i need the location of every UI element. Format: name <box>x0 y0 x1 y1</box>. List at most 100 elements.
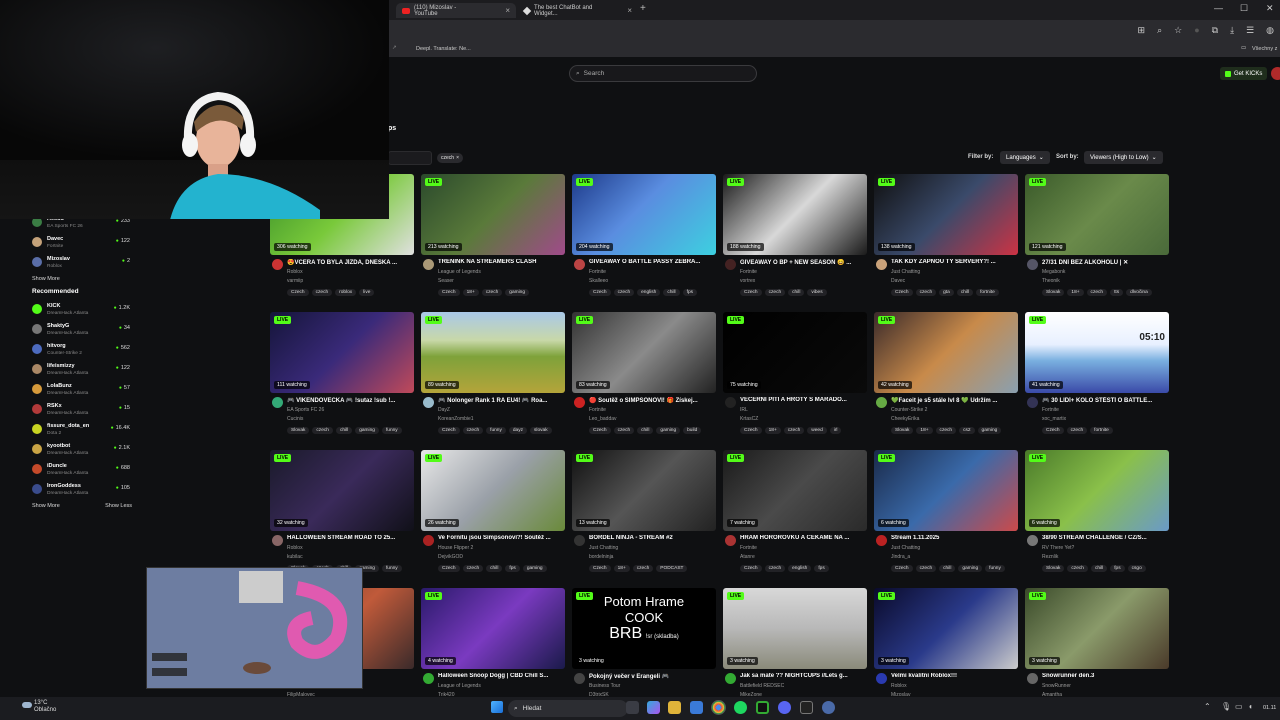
stream-category[interactable]: IRL <box>740 407 748 413</box>
stream-card[interactable]: LIVE 188 watching GIVEAWAY O BP + NEW SEAS… <box>723 174 867 308</box>
stream-tag[interactable]: funny <box>381 427 402 434</box>
stream-category[interactable]: Fortnite <box>589 269 606 275</box>
stream-tag[interactable]: czech <box>613 289 635 296</box>
downloads-icon[interactable]: ⤓ <box>1230 25 1234 36</box>
stream-tag[interactable]: fps <box>505 565 520 572</box>
stream-card[interactable]: LIVE 121 watching 27/31 DNÍ BEZ ALKOHOLU |… <box>1025 174 1169 308</box>
settings-gear-icon[interactable] <box>822 701 835 714</box>
sidebar-item-mizoslav[interactable]: Mizoslav Roblox 2 <box>24 254 136 274</box>
stream-title[interactable]: TRÉNINK NA STREAMERS CLASH <box>438 259 564 265</box>
stream-thumbnail[interactable]: LIVE 213 watching <box>421 174 565 255</box>
stream-tag[interactable]: 18+ <box>1067 289 1084 296</box>
stream-tag[interactable]: Czech <box>1042 427 1064 434</box>
stream-tag[interactable]: gaming <box>977 427 1002 434</box>
tag-filter-input[interactable] <box>388 151 432 165</box>
stream-tag[interactable]: dayz <box>508 427 528 434</box>
stream-thumbnail[interactable]: LIVE 121 watching <box>1025 174 1169 255</box>
stream-tag[interactable]: fortnite <box>976 289 999 296</box>
stream-tag[interactable]: czech <box>783 427 805 434</box>
avatar[interactable] <box>1027 397 1038 408</box>
stream-tag[interactable]: funny <box>486 427 506 434</box>
stream-title[interactable]: HALLOWEEN STREAM ROAD TO 25... <box>287 535 413 541</box>
stream-title[interactable]: GIVEAWAY O BP + NEW SEASON 😄 ... <box>740 259 866 266</box>
stream-username[interactable]: Theonik <box>1042 278 1060 284</box>
stream-tag[interactable]: Czech <box>287 289 309 296</box>
stream-title[interactable]: Stream 1.11.2025 <box>891 535 1017 541</box>
stream-title[interactable]: 38/90 STREAM CHALLENGE / CZ/S... <box>1042 535 1168 541</box>
bookmarks-all[interactable]: Všechny z <box>1252 46 1277 52</box>
show-more-recommended[interactable]: Show More <box>32 503 60 509</box>
stream-thumbnail[interactable]: LIVE 41 watching 05:10 <box>1025 312 1169 393</box>
stream-category[interactable]: House Flipper 2 <box>438 545 473 551</box>
stream-tag[interactable]: czech <box>481 289 503 296</box>
maximize-icon[interactable]: ☐ <box>1240 3 1248 14</box>
stream-tag[interactable]: Slovak <box>1042 565 1065 572</box>
stream-tag[interactable]: chill <box>663 289 680 296</box>
stream-username[interactable]: CheekyErika <box>891 416 919 422</box>
avatar[interactable] <box>423 259 434 270</box>
stream-tag[interactable]: live <box>359 289 375 296</box>
stream-title[interactable]: Pokojný večer v Erangeli 🎮 <box>589 673 715 680</box>
sidebar-item-shaktyg[interactable]: ShaktyG DreamHack Atlanta 34 <box>24 321 136 341</box>
stream-username[interactable]: Leo_baddav <box>589 416 617 422</box>
extensions-puzzle-icon[interactable]: ⧉ <box>1212 25 1218 36</box>
stream-title[interactable]: Velmi kvalitní Roblox!!! <box>891 673 1017 679</box>
stream-tag[interactable]: gaming <box>505 289 530 296</box>
stream-tag[interactable]: Czech <box>740 565 762 572</box>
avatar[interactable] <box>272 397 283 408</box>
sidebar-item-rskx[interactable]: RSKx DreamHack Atlanta 15 <box>24 401 136 421</box>
stream-tag[interactable]: fps <box>1110 565 1125 572</box>
stream-tag[interactable]: chill <box>956 289 974 296</box>
stream-category[interactable]: DayZ <box>438 407 450 413</box>
stream-tag[interactable]: czech <box>1066 427 1088 434</box>
stream-card[interactable]: LIVE 6 watching Stream 1.11.2025 Just Chatt… <box>874 450 1018 584</box>
stream-tag[interactable]: gaming <box>656 427 681 434</box>
avatar[interactable] <box>1027 259 1038 270</box>
stream-card[interactable]: LIVE 13 watching BORDEL NINJA - STREAM #2 J… <box>572 450 716 584</box>
stream-tag[interactable]: czech <box>462 427 484 434</box>
avatar[interactable] <box>423 397 434 408</box>
menu-icon[interactable]: ☰ <box>1246 25 1254 36</box>
languages-dropdown[interactable]: Languages ⌄ <box>1000 151 1050 164</box>
close-window-icon[interactable]: ✕ <box>1266 3 1274 14</box>
stream-username[interactable]: Skalleeo <box>589 278 608 284</box>
stream-category[interactable]: Fortnite <box>740 269 757 275</box>
stream-category[interactable]: Counter-Strike 2 <box>891 407 927 413</box>
close-tab-icon[interactable]: × <box>627 6 632 15</box>
stream-card[interactable]: LIVE 32 watching HALLOWEEN STREAM ROAD TO … <box>270 450 414 584</box>
stream-tag[interactable]: Czech <box>740 427 762 434</box>
stream-tag[interactable]: csgo <box>1127 565 1146 572</box>
stream-card[interactable]: LIVE 138 watching TAK KDY ZAPNOU TY SERVER… <box>874 174 1018 308</box>
stream-card[interactable]: LIVE 89 watching 🎮 Nolonger Rank 1 RA EU4!… <box>421 312 565 446</box>
show-more-following[interactable]: Show More <box>32 276 132 282</box>
new-tab-button[interactable]: + <box>640 3 646 14</box>
stream-category[interactable]: Business Tour <box>589 683 620 689</box>
stream-thumbnail[interactable]: LIVE 138 watching <box>874 174 1018 255</box>
stream-category[interactable]: SnowRunner <box>1042 683 1071 689</box>
stream-thumbnail[interactable]: LIVE 75 watching <box>723 312 867 393</box>
extension-icon[interactable]: ● <box>1194 25 1199 36</box>
stream-username[interactable]: Jindra_a <box>891 554 910 560</box>
stream-card[interactable]: LIVE 111 watching 🎮 VÍKENDOVEČKA 🎮 !sutaz … <box>270 312 414 446</box>
stream-tag[interactable]: 18+ <box>764 427 781 434</box>
taskbar-search[interactable]: ⌕ Hledat <box>508 700 628 717</box>
stream-card[interactable]: LIVE 41 watching 05:10 🎮 30 LIDÍ+ KOLO ŠTĚS… <box>1025 312 1169 446</box>
stream-thumbnail[interactable]: LIVE 89 watching <box>421 312 565 393</box>
stream-tag[interactable]: Czech <box>438 565 460 572</box>
stream-thumbnail[interactable]: LIVE 3 watching Potom Hrame COOK BRB !sr (sk… <box>572 588 716 669</box>
close-icon[interactable]: × <box>456 155 459 161</box>
stream-tag[interactable]: dlvočina <box>1126 289 1152 296</box>
stream-card[interactable]: LIVE 204 watching GIVEAWAY O BATTLE PASSY … <box>572 174 716 308</box>
stream-username[interactable]: varmiip <box>287 278 303 284</box>
stream-tag[interactable]: Czech <box>891 565 913 572</box>
sidebar-item-lifeismizzy[interactable]: lifeismizzy DreamHack Atlanta 122 <box>24 361 136 381</box>
network-icon[interactable]: ▭ <box>1235 702 1243 711</box>
avatar[interactable] <box>725 259 736 270</box>
stream-tag[interactable]: Slovak <box>287 427 310 434</box>
sidebar-item-fissure-dota-en[interactable]: fissure_dota_en Dota 2 16.4K <box>24 421 136 441</box>
stream-username[interactable]: KrtasCZ <box>740 416 758 422</box>
stream-username[interactable]: vortrex <box>740 278 755 284</box>
file-explorer-icon[interactable] <box>668 701 681 714</box>
stream-title[interactable]: VEČERNÍ PITÍ A HROTY S MARADO... <box>740 397 866 403</box>
stream-category[interactable]: League of Legends <box>438 683 481 689</box>
